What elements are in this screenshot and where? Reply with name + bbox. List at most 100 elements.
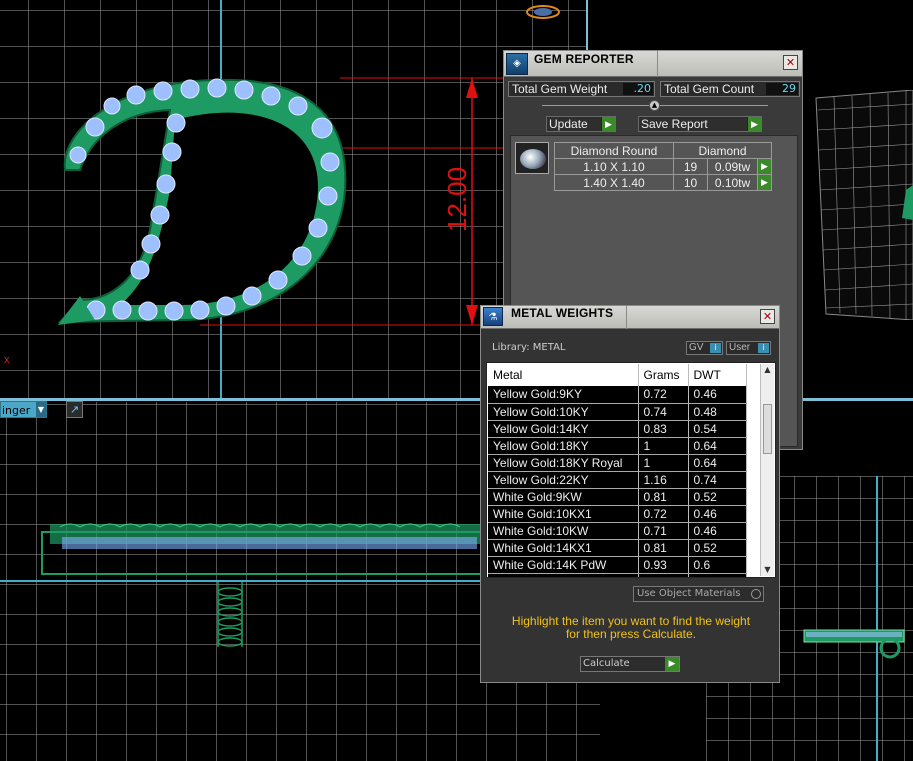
metal-name: Yellow Gold:10KY [488, 403, 639, 421]
metal-row[interactable]: Yellow Gold:18KY 1 0.64 [488, 437, 747, 455]
metal-table-container[interactable]: Metal Grams DWT Yellow Gold:9KY 0.72 0.46 Y… [486, 362, 776, 578]
select-gem-button[interactable]: ▶ [757, 174, 772, 191]
metal-table-header: Metal Grams DWT [488, 364, 747, 386]
metal-name: White Gold:14KX1 [488, 539, 639, 557]
update-button[interactable]: Update ▶ [546, 116, 616, 132]
gem-row[interactable]: 1.10 X 1.10 19 0.09tw ▶ [554, 158, 772, 175]
metal-name: White Gold:14K PdW [488, 556, 639, 574]
select-gem-button[interactable]: ▶ [757, 158, 772, 175]
scroll-down-icon[interactable]: ▼ [761, 564, 774, 576]
diamond-icon [520, 149, 546, 169]
total-gem-count-label: Total Gem Count [664, 82, 755, 96]
total-gem-count-field: Total Gem Count 29 [660, 81, 800, 97]
gem-reporter-icon: ◈ [506, 53, 528, 75]
metal-grams: 1.16 [638, 471, 689, 489]
close-icon[interactable]: ✕ [760, 309, 775, 324]
total-gem-weight-field: Total Gem Weight .20 [508, 81, 655, 97]
user-label: User [729, 342, 751, 353]
metal-name: White Gold:9KW [488, 488, 639, 506]
scroll-up-icon[interactable]: ▲ [761, 364, 774, 376]
use-object-materials-toggle[interactable]: Use Object Materials [633, 586, 764, 602]
column-header-metal[interactable]: Metal [488, 364, 639, 386]
info-icon: i [758, 343, 769, 353]
gem-shape-header: Diamond Round [554, 142, 674, 159]
play-icon: ▶ [601, 117, 615, 131]
metal-row[interactable]: Yellow Gold:22KY 1.16 0.74 [488, 471, 747, 489]
titlebar-divider [626, 306, 627, 329]
close-icon[interactable]: ✕ [783, 55, 798, 70]
metal-dwt: 0.51 [688, 573, 747, 577]
gem-table-header: Diamond Round Diamond [554, 142, 772, 159]
metal-row[interactable]: White Gold:10KX1 0.72 0.46 [488, 505, 747, 523]
save-report-button[interactable]: Save Report ▶ [638, 116, 762, 132]
metal-row[interactable]: White Gold:14KW0.790.51 [488, 573, 747, 577]
calculate-button[interactable]: Calculate ▶ [580, 656, 680, 672]
play-icon: ▶ [761, 177, 768, 187]
metal-row[interactable]: White Gold:14K PdW 0.93 0.6 [488, 556, 747, 574]
gem-reporter-titlebar[interactable]: ◈ GEM REPORTER ✕ [504, 51, 802, 77]
view-tool-button[interactable]: ↗ [66, 401, 83, 418]
user-toggle[interactable]: User i [726, 341, 771, 355]
metal-row[interactable]: Yellow Gold:9KY 0.72 0.46 [488, 386, 747, 404]
view-selector-label: inger [2, 404, 31, 417]
metal-dwt: 0.48 [688, 403, 747, 421]
metal-row[interactable]: Yellow Gold:10KY 0.74 0.48 [488, 403, 747, 421]
gem-size: 1.40 X 1.40 [554, 174, 674, 191]
metal-name: Yellow Gold:9KY [488, 386, 639, 404]
calculate-button-label: Calculate [583, 658, 630, 669]
metal-dwt: 0.74 [688, 471, 747, 489]
metal-name: Yellow Gold:14KY [488, 420, 639, 438]
gem-row[interactable]: 1.40 X 1.40 10 0.10tw ▶ [554, 174, 772, 191]
view-selector-dropdown[interactable]: inger ▼ [0, 401, 47, 418]
gem-count: 19 [673, 158, 708, 175]
right-viewport[interactable] [810, 90, 913, 320]
column-header-grams[interactable]: Grams [638, 364, 689, 386]
metal-name: Yellow Gold:18KY [488, 437, 639, 455]
calculate-hint: Highlight the item you want to find the … [495, 615, 767, 641]
metal-weights-title: METAL WEIGHTS [511, 306, 614, 320]
gem-weight: 0.09tw [707, 158, 758, 175]
total-gem-count-value: 29 [766, 83, 798, 95]
gem-totals-row: Total Gem Weight .20 Total Gem Count 29 [508, 81, 800, 97]
metal-grams: 0.93 [638, 556, 689, 574]
metal-grams: 0.71 [638, 522, 689, 540]
gem-reporter-title: GEM REPORTER [534, 52, 634, 66]
metal-row[interactable]: White Gold:10KW 0.71 0.46 [488, 522, 747, 540]
metal-row[interactable]: White Gold:9KW 0.81 0.52 [488, 488, 747, 506]
metal-name: White Gold:10KX1 [488, 505, 639, 523]
scrollbar-thumb[interactable] [763, 404, 772, 454]
metal-name: White Gold:14KW [488, 573, 639, 577]
update-button-label: Update [549, 117, 588, 131]
metal-grams: 0.83 [638, 420, 689, 438]
gv-label: GV [689, 342, 704, 353]
metal-name: Yellow Gold:18KY Royal [488, 454, 639, 472]
metal-flask-icon: ⚗ [483, 307, 503, 326]
metal-table-scrollbar[interactable]: ▲ ▼ [760, 364, 774, 576]
splitter-knob-icon[interactable]: ▲ [649, 100, 660, 111]
metal-dwt: 0.54 [688, 420, 747, 438]
play-icon: ▶ [665, 657, 679, 671]
metal-row[interactable]: Yellow Gold:18KY Royal 1 0.64 [488, 454, 747, 472]
play-icon: ▶ [747, 117, 761, 131]
gv-toggle[interactable]: GV i [686, 341, 723, 355]
column-header-dwt[interactable]: DWT [688, 364, 747, 386]
play-icon: ▶ [761, 161, 768, 171]
calculate-hint-line2: for then press Calculate. [565, 627, 697, 641]
dimension-label: 12.00 [442, 167, 472, 232]
metal-dwt: 0.64 [688, 454, 747, 472]
metal-grams: 1 [638, 454, 689, 472]
library-label: Library: METAL [492, 342, 566, 353]
metal-row[interactable]: Yellow Gold:14KY 0.83 0.54 [488, 420, 747, 438]
total-gem-weight-value: .20 [623, 83, 653, 95]
titlebar-divider [657, 51, 658, 77]
metal-grams: 0.81 [638, 488, 689, 506]
gem-material-header: Diamond [673, 142, 772, 159]
metal-row[interactable]: White Gold:14KX1 0.81 0.52 [488, 539, 747, 557]
svg-text:x: x [4, 354, 10, 366]
metal-weights-panel[interactable]: ⚗ METAL WEIGHTS ✕ Library: METAL GV i Us… [480, 305, 780, 683]
metal-table: Metal Grams DWT Yellow Gold:9KY 0.72 0.46 Y… [488, 364, 747, 577]
metal-weights-titlebar[interactable]: ⚗ METAL WEIGHTS ✕ [481, 306, 779, 329]
metal-dwt: 0.46 [688, 522, 747, 540]
metal-dwt: 0.64 [688, 437, 747, 455]
radio-icon [751, 589, 761, 599]
